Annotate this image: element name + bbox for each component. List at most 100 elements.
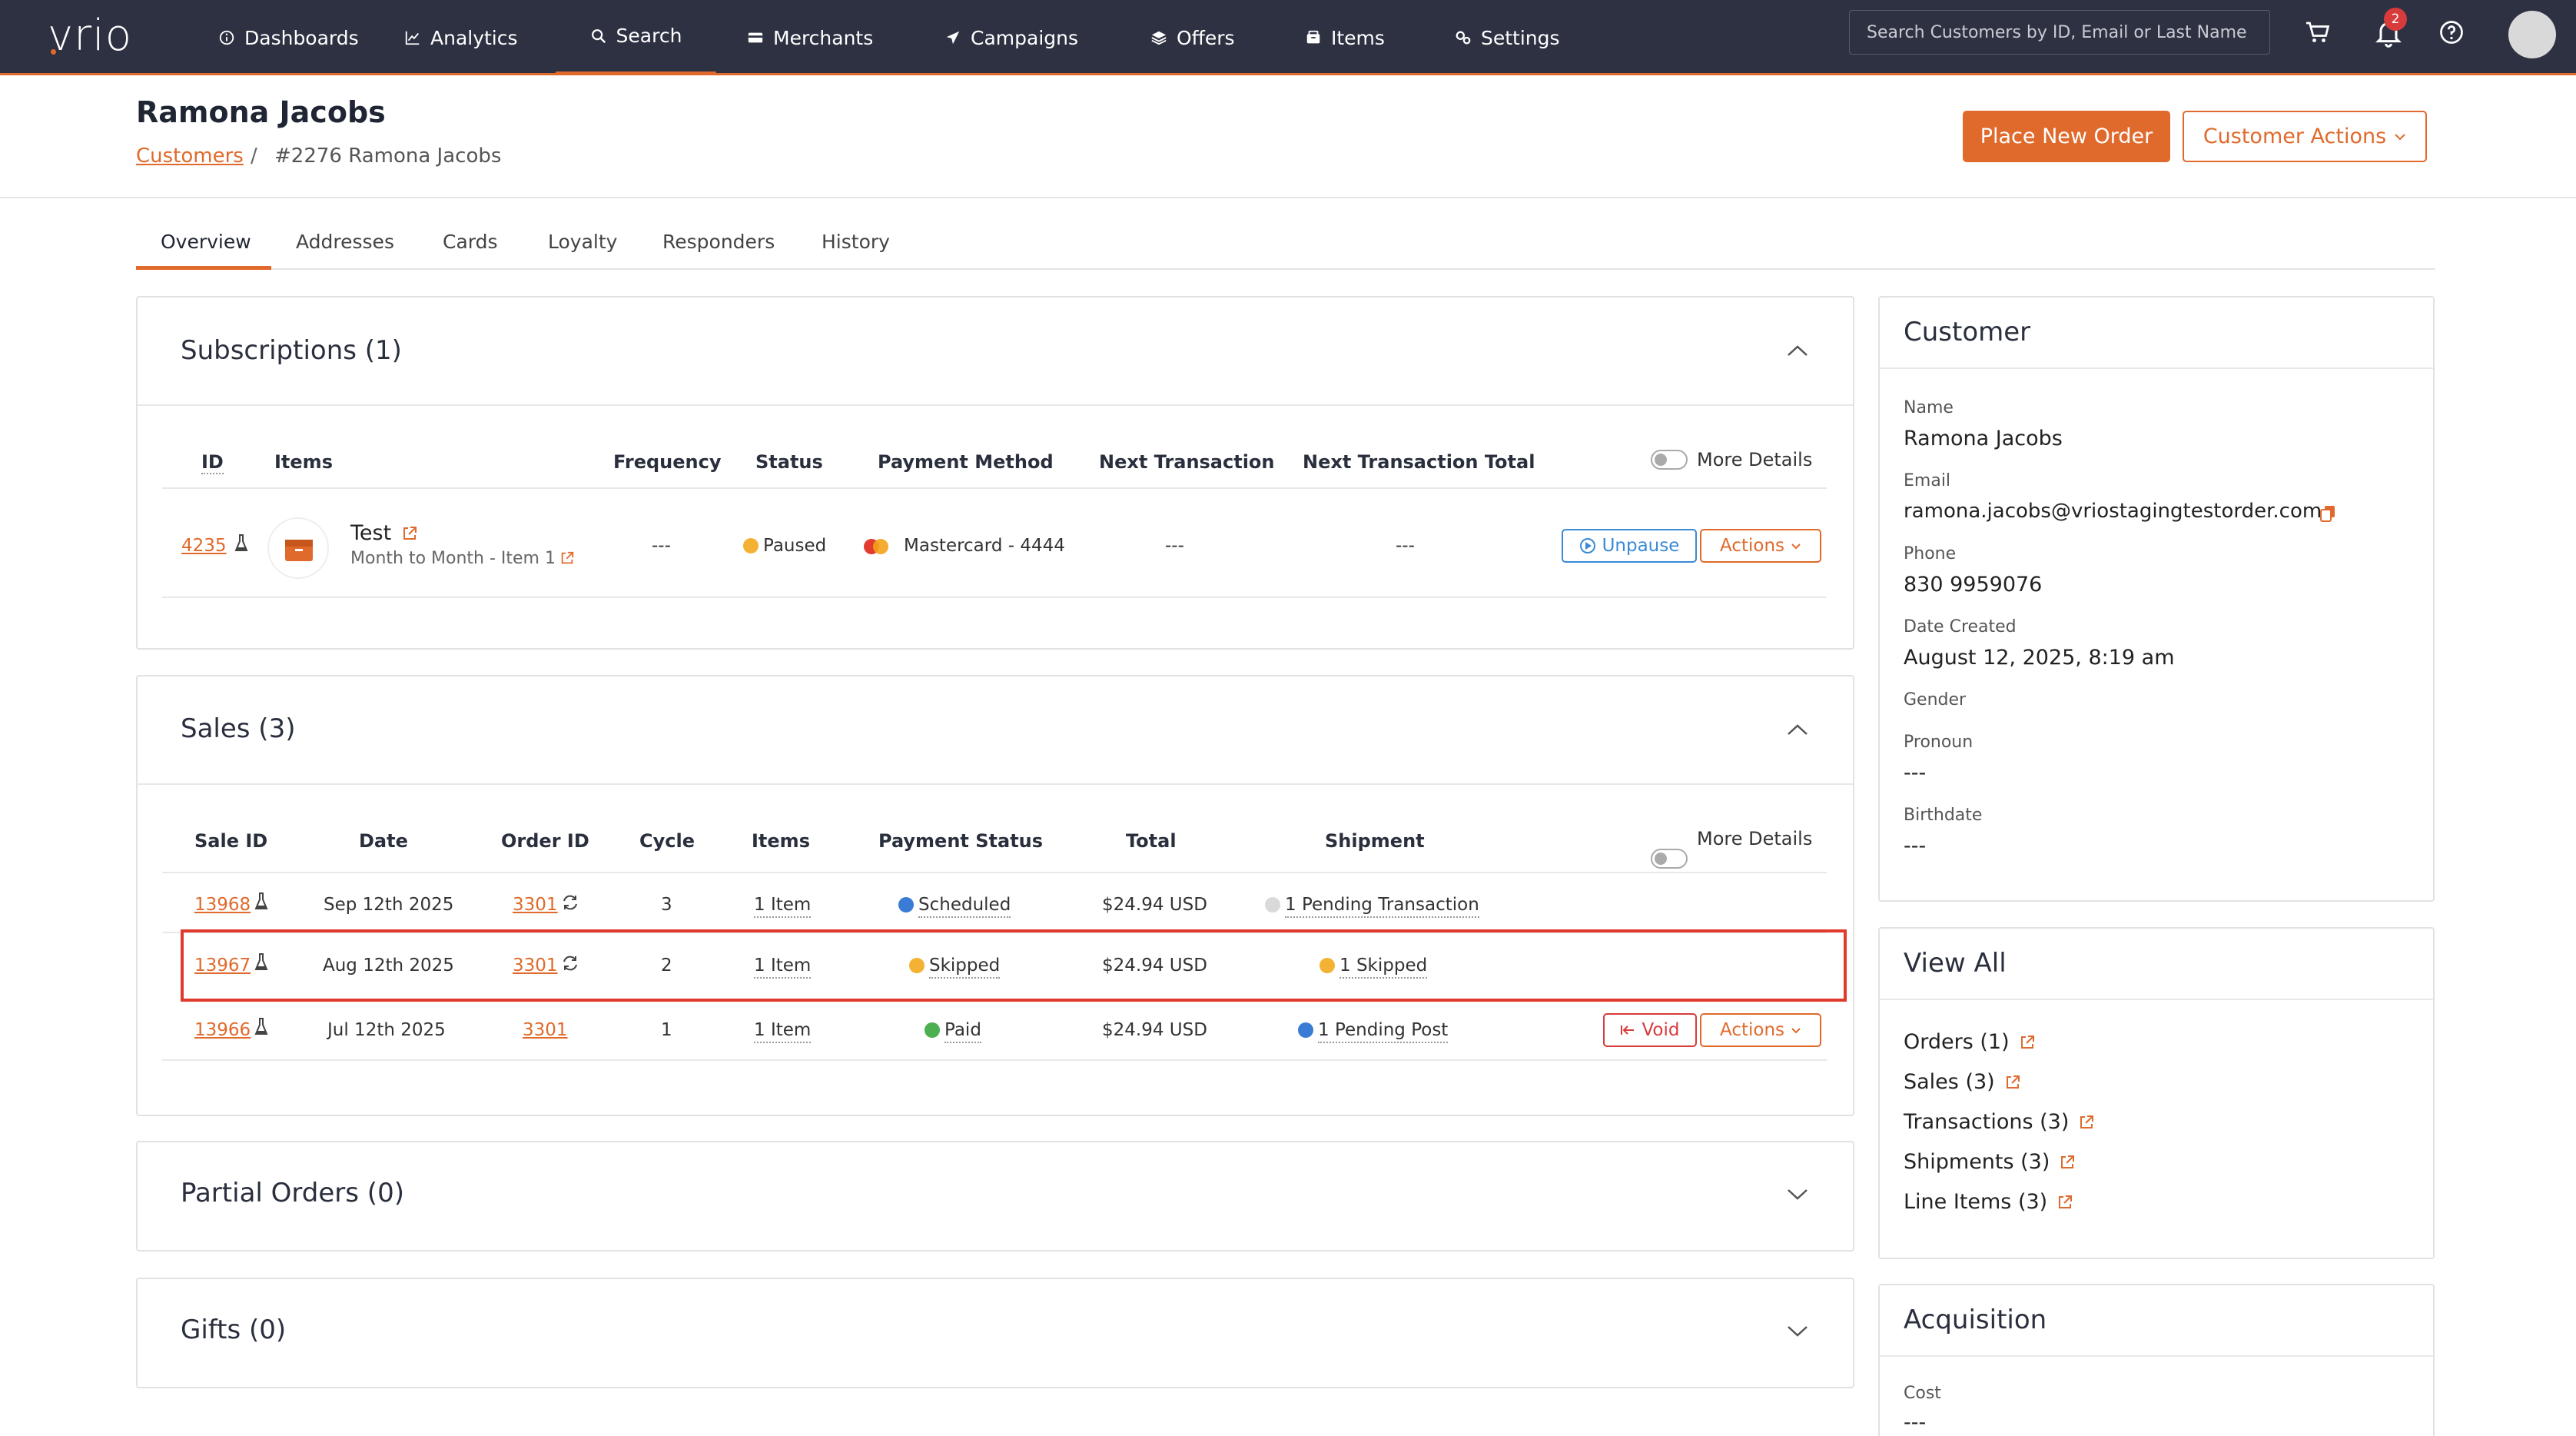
view-all-shipments-link[interactable]: Shipments (3) (1904, 1150, 2076, 1174)
view-all-sales-link[interactable]: Sales (3) (1904, 1070, 2021, 1094)
tab-history[interactable]: History (822, 231, 890, 253)
tab-overview[interactable]: Overview (161, 231, 251, 253)
sub-header-next-total: Next Transaction Total (1303, 451, 1535, 473)
link-text: Shipments (3) (1904, 1150, 2050, 1174)
chevron-down-icon[interactable] (1786, 1188, 1809, 1202)
help-icon[interactable] (2438, 18, 2465, 46)
phone-label: Phone (1904, 544, 1957, 563)
sub-more-details-toggle[interactable] (1651, 450, 1688, 470)
breadcrumb-separator: / (251, 145, 257, 168)
copy-icon[interactable] (2319, 504, 2336, 523)
order-id-link[interactable]: 3301 (523, 1020, 568, 1040)
nav-merchants[interactable]: Merchants (747, 0, 873, 75)
sale-items[interactable]: 1 Item (754, 1020, 812, 1043)
customer-actions-label: Customer Actions (2203, 125, 2387, 148)
chevron-down-icon[interactable] (1786, 1325, 1809, 1338)
vrio-logo[interactable]: vrio (48, 11, 132, 61)
tab-responders[interactable]: Responders (662, 231, 775, 253)
sale-shipment: 1 Skipped (1320, 956, 1428, 979)
status-dot (898, 897, 914, 912)
chevron-up-icon[interactable] (1786, 344, 1809, 357)
tab-active-indicator (136, 266, 271, 270)
unpause-button[interactable]: Unpause (1562, 529, 1697, 563)
subscription-actions-button[interactable]: Actions (1700, 529, 1821, 563)
table-header-divider (162, 872, 1827, 873)
view-all-line-items-link[interactable]: Line Items (3) (1904, 1190, 2073, 1214)
cart-icon[interactable] (2304, 18, 2332, 46)
chevron-up-icon[interactable] (1786, 723, 1809, 736)
sale-items[interactable]: 1 Item (754, 956, 812, 979)
nav-label: Settings (1481, 26, 1560, 49)
sale-id-link[interactable]: 13967 (194, 956, 251, 976)
nav-campaigns[interactable]: Campaigns (944, 0, 1078, 75)
nav-dashboards[interactable]: Dashboards (218, 0, 359, 75)
sale-id-link[interactable]: 13966 (194, 1020, 251, 1040)
external-link-icon[interactable] (401, 525, 418, 542)
customer-name: Ramona Jacobs (1904, 427, 2063, 450)
sales-header-cycle: Cycle (639, 830, 695, 852)
chevron-down-icon (1791, 543, 1801, 549)
nav-settings[interactable]: Settings (1455, 0, 1560, 75)
subscription-next-total: --- (1396, 536, 1415, 556)
user-avatar[interactable] (2508, 11, 2556, 58)
subscription-item-name[interactable]: Test (350, 521, 391, 545)
external-link-icon (2059, 1195, 2073, 1208)
shipment-dot (1298, 1022, 1313, 1038)
flask-icon (254, 893, 268, 909)
play-circle-icon (1579, 538, 1595, 553)
birthdate-label: Birthdate (1904, 806, 1983, 825)
customer-search-input[interactable] (1849, 10, 2270, 55)
sale-total: $24.94 USD (1102, 895, 1207, 915)
panel-divider (138, 404, 1853, 406)
shipment-text: 1 Pending Post (1318, 1020, 1449, 1043)
mastercard-icon (864, 539, 888, 554)
acquisition-title: Acquisition (1904, 1305, 2047, 1335)
page-title: Ramona Jacobs (136, 95, 386, 129)
sales-header-total: Total (1126, 830, 1177, 852)
customer-birthdate: --- (1904, 834, 1927, 858)
sale-items[interactable]: 1 Item (754, 895, 812, 918)
view-all-orders-link[interactable]: Orders (1) (1904, 1030, 2036, 1054)
sub-more-details-label: More Details (1697, 449, 1813, 470)
tab-addresses[interactable]: Addresses (296, 231, 394, 253)
tab-cards[interactable]: Cards (443, 231, 498, 253)
nav-analytics[interactable]: Analytics (404, 0, 518, 75)
sale-cycle: 2 (661, 956, 672, 976)
pronoun-label: Pronoun (1904, 733, 1973, 752)
nav-items[interactable]: Items (1305, 0, 1385, 75)
sales-more-details-toggle[interactable] (1651, 849, 1688, 869)
nav-search[interactable]: Search (556, 0, 716, 75)
void-button[interactable]: Void (1603, 1013, 1697, 1047)
link-text: Transactions (3) (1904, 1110, 2070, 1134)
view-all-transactions-link[interactable]: Transactions (3) (1904, 1110, 2095, 1134)
place-new-order-button[interactable]: Place New Order (1963, 111, 2170, 162)
subscription-id-link[interactable]: 4235 (181, 536, 227, 556)
flask-icon (254, 1018, 268, 1035)
order-id-link[interactable]: 3301 (513, 895, 558, 915)
breadcrumb-customers-link[interactable]: Customers (136, 145, 244, 168)
external-link-icon[interactable] (559, 550, 575, 566)
breadcrumb-current: #2276 Ramona Jacobs (274, 145, 502, 168)
row-divider (162, 597, 1827, 598)
shipment-text: 1 Pending Transaction (1285, 895, 1479, 918)
flask-icon (234, 534, 248, 551)
tab-loyalty[interactable]: Loyalty (548, 231, 617, 253)
sale-actions-button[interactable]: Actions (1700, 1013, 1821, 1047)
status-text: Paused (763, 536, 827, 556)
sales-header-sale-id: Sale ID (194, 830, 268, 852)
subscriptions-title: Subscriptions (1) (181, 335, 402, 366)
order-id-link[interactable]: 3301 (513, 956, 558, 976)
sale-date: Jul 12th 2025 (327, 1020, 446, 1040)
status-dot (925, 1022, 940, 1038)
info-circle-icon (219, 30, 234, 45)
shipment-dot (1320, 958, 1335, 973)
sale-id-link[interactable]: 13968 (194, 895, 251, 915)
nav-label: Dashboards (244, 26, 359, 49)
nav-offers[interactable]: Offers (1150, 0, 1235, 75)
sale-cycle: 3 (661, 895, 672, 915)
sale-cycle: 1 (661, 1020, 672, 1040)
sale-payment-status: Skipped (909, 956, 1001, 979)
sales-header-order-id: Order ID (501, 830, 589, 852)
customer-actions-button[interactable]: Customer Actions (2183, 111, 2427, 162)
external-link-icon (2020, 1035, 2034, 1049)
